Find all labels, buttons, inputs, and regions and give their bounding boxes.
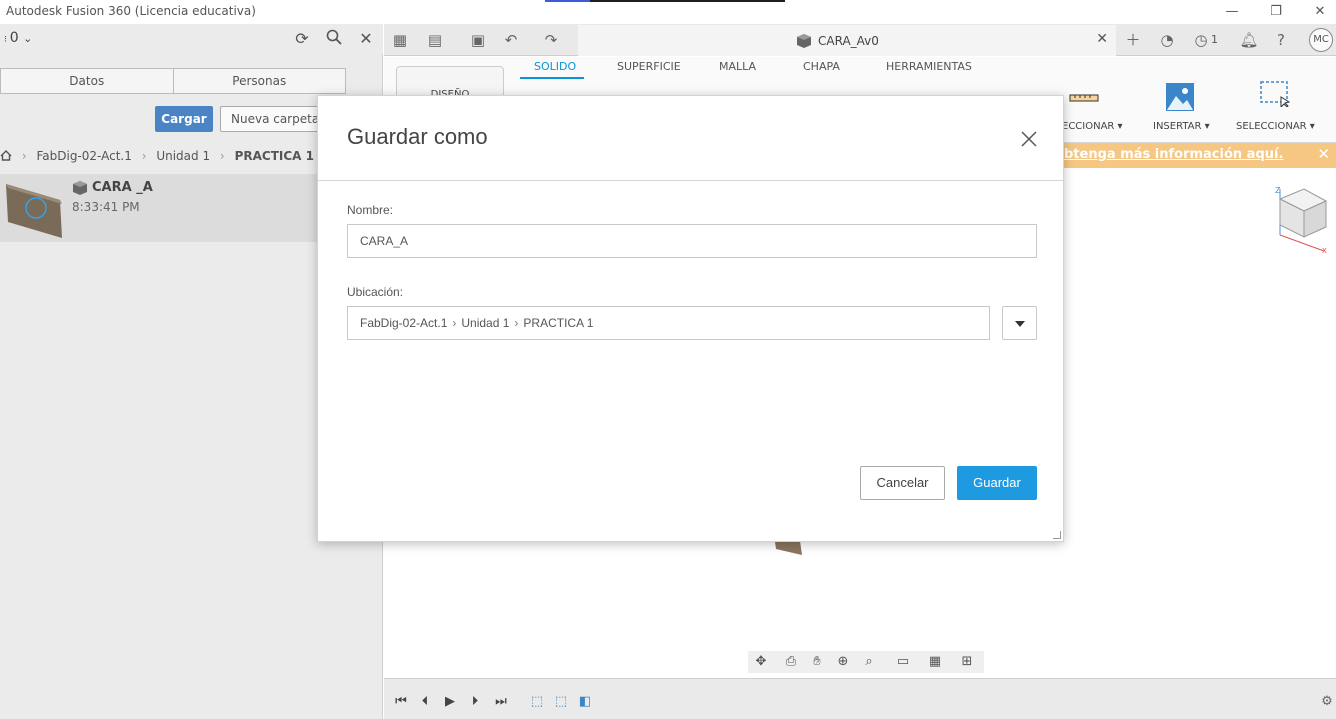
dialog-title: Guardar como	[347, 124, 488, 149]
location-dropdown-button[interactable]	[1002, 306, 1037, 340]
resize-grip-icon[interactable]	[1053, 531, 1061, 539]
name-field[interactable]	[347, 224, 1037, 258]
save-button[interactable]: Guardar	[957, 466, 1037, 500]
location-separator-icon: ›	[452, 316, 457, 330]
location-label: Ubicación:	[347, 285, 404, 299]
save-as-dialog: Guardar como Nombre: Ubicación: FabDig-0…	[317, 95, 1065, 542]
close-icon[interactable]	[1018, 128, 1040, 150]
location-separator-icon: ›	[514, 316, 519, 330]
location-path-unit: Unidad 1	[461, 316, 510, 330]
location-path-project: FabDig-02-Act.1	[360, 316, 448, 330]
name-label: Nombre:	[347, 203, 394, 217]
location-field[interactable]: FabDig-02-Act.1 › Unidad 1 › PRACTICA 1	[347, 306, 990, 340]
name-input[interactable]	[360, 225, 1036, 257]
cancel-button[interactable]: Cancelar	[860, 466, 945, 500]
dialog-divider	[318, 180, 1065, 181]
location-path-folder: PRACTICA 1	[523, 316, 594, 330]
